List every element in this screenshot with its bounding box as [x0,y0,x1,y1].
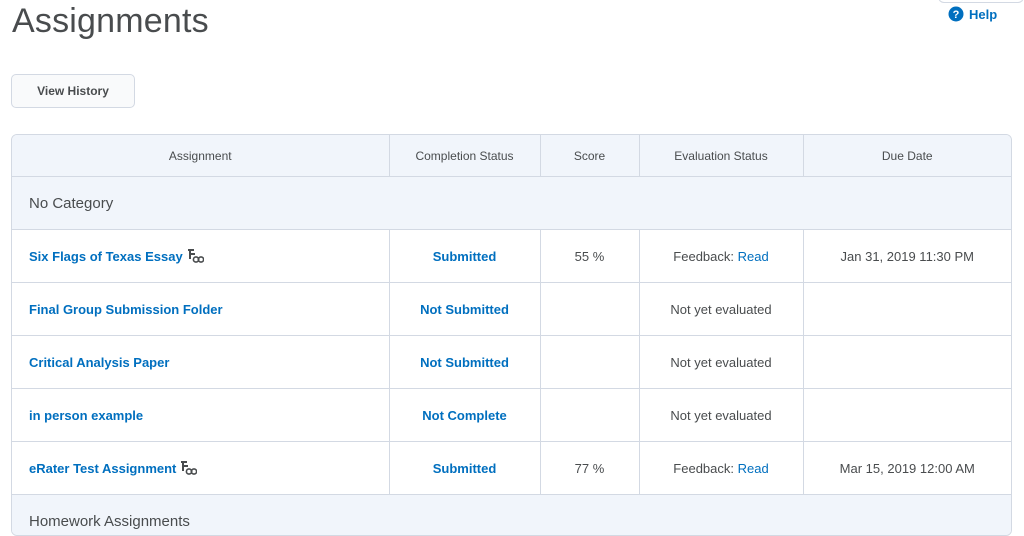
column-header-completion-status: Completion Status [389,135,540,177]
assignment-cell: eRater Test Assignment [12,442,389,495]
assignment-link[interactable]: eRater Test Assignment [29,461,176,476]
evaluation-status-cell: Not yet evaluated [639,336,803,389]
assignment-cell: in person example [12,389,389,442]
assignment-cell: Six Flags of Texas Essay [12,230,389,283]
column-header-score: Score [540,135,639,177]
turnitin-icon[interactable] [188,249,204,263]
due-date-cell [803,389,1011,442]
score-cell [540,283,639,336]
read-feedback-link[interactable]: Read [738,461,769,476]
evaluation-status-text: Not yet evaluated [670,355,771,370]
table-row: in person example Not Complete Not yet eva… [12,389,1011,442]
assignment-link[interactable]: Six Flags of Texas Essay [29,249,183,264]
score-cell: 77 % [540,442,639,495]
evaluation-status-cell: Not yet evaluated [639,283,803,336]
read-feedback-link[interactable]: Read [738,249,769,264]
completion-status-cell: Not Complete [389,389,540,442]
column-header-assignment: Assignment [12,135,389,177]
table-header-row: Assignment Completion Status Score Evalu… [12,135,1011,177]
completion-status-cell: Not Submitted [389,336,540,389]
score-cell [540,389,639,442]
column-header-due-date: Due Date [803,135,1011,177]
help-link[interactable]: ? Help [948,6,997,22]
table-row: Critical Analysis Paper Not Submitted Not … [12,336,1011,389]
help-circle-icon: ? [948,6,964,22]
assignment-link[interactable]: Final Group Submission Folder [29,302,223,317]
due-date-cell [803,283,1011,336]
table-row: Final Group Submission Folder Not Submitt… [12,283,1011,336]
completion-status-cell: Submitted [389,230,540,283]
score-cell [540,336,639,389]
evaluation-status-cell: Feedback: Read [639,442,803,495]
assignment-link[interactable]: Critical Analysis Paper [29,355,169,370]
category-row: No Category [12,177,1011,230]
completion-status-link[interactable]: Not Submitted [420,302,509,317]
svg-text:?: ? [953,9,960,21]
due-date-cell: Mar 15, 2019 12:00 AM [803,442,1011,495]
evaluation-status-cell: Not yet evaluated [639,389,803,442]
completion-status-cell: Not Submitted [389,283,540,336]
category-label: No Category [12,177,1011,230]
feedback-label: Feedback: [673,461,737,476]
table-row: Six Flags of Texas EssaySubmitted55 %Fee… [12,230,1011,283]
assignment-cell: Critical Analysis Paper [12,336,389,389]
help-label: Help [969,7,997,22]
assignment-cell: Final Group Submission Folder [12,283,389,336]
assignments-table: Assignment Completion Status Score Evalu… [11,134,1012,536]
evaluation-status-text: Not yet evaluated [670,302,771,317]
completion-status-link[interactable]: Not Complete [422,408,507,423]
completion-status-link[interactable]: Submitted [433,249,497,264]
view-history-button[interactable]: View History [11,74,135,108]
category-row: Homework Assignments [12,495,1011,536]
score-cell: 55 % [540,230,639,283]
completion-status-link[interactable]: Submitted [433,461,497,476]
completion-status-cell: Submitted [389,442,540,495]
evaluation-status-text: Not yet evaluated [670,408,771,423]
due-date-cell: Jan 31, 2019 11:30 PM [803,230,1011,283]
evaluation-status-cell: Feedback: Read [639,230,803,283]
assignment-link[interactable]: in person example [29,408,143,423]
help-container [938,0,1024,3]
completion-status-link[interactable]: Not Submitted [420,355,509,370]
page-title: Assignments [12,0,209,42]
category-label: Homework Assignments [12,495,1011,536]
table-row: eRater Test AssignmentSubmitted77 %Feedb… [12,442,1011,495]
column-header-evaluation-status: Evaluation Status [639,135,803,177]
turnitin-icon[interactable] [181,461,197,475]
feedback-label: Feedback: [673,249,737,264]
due-date-cell [803,336,1011,389]
